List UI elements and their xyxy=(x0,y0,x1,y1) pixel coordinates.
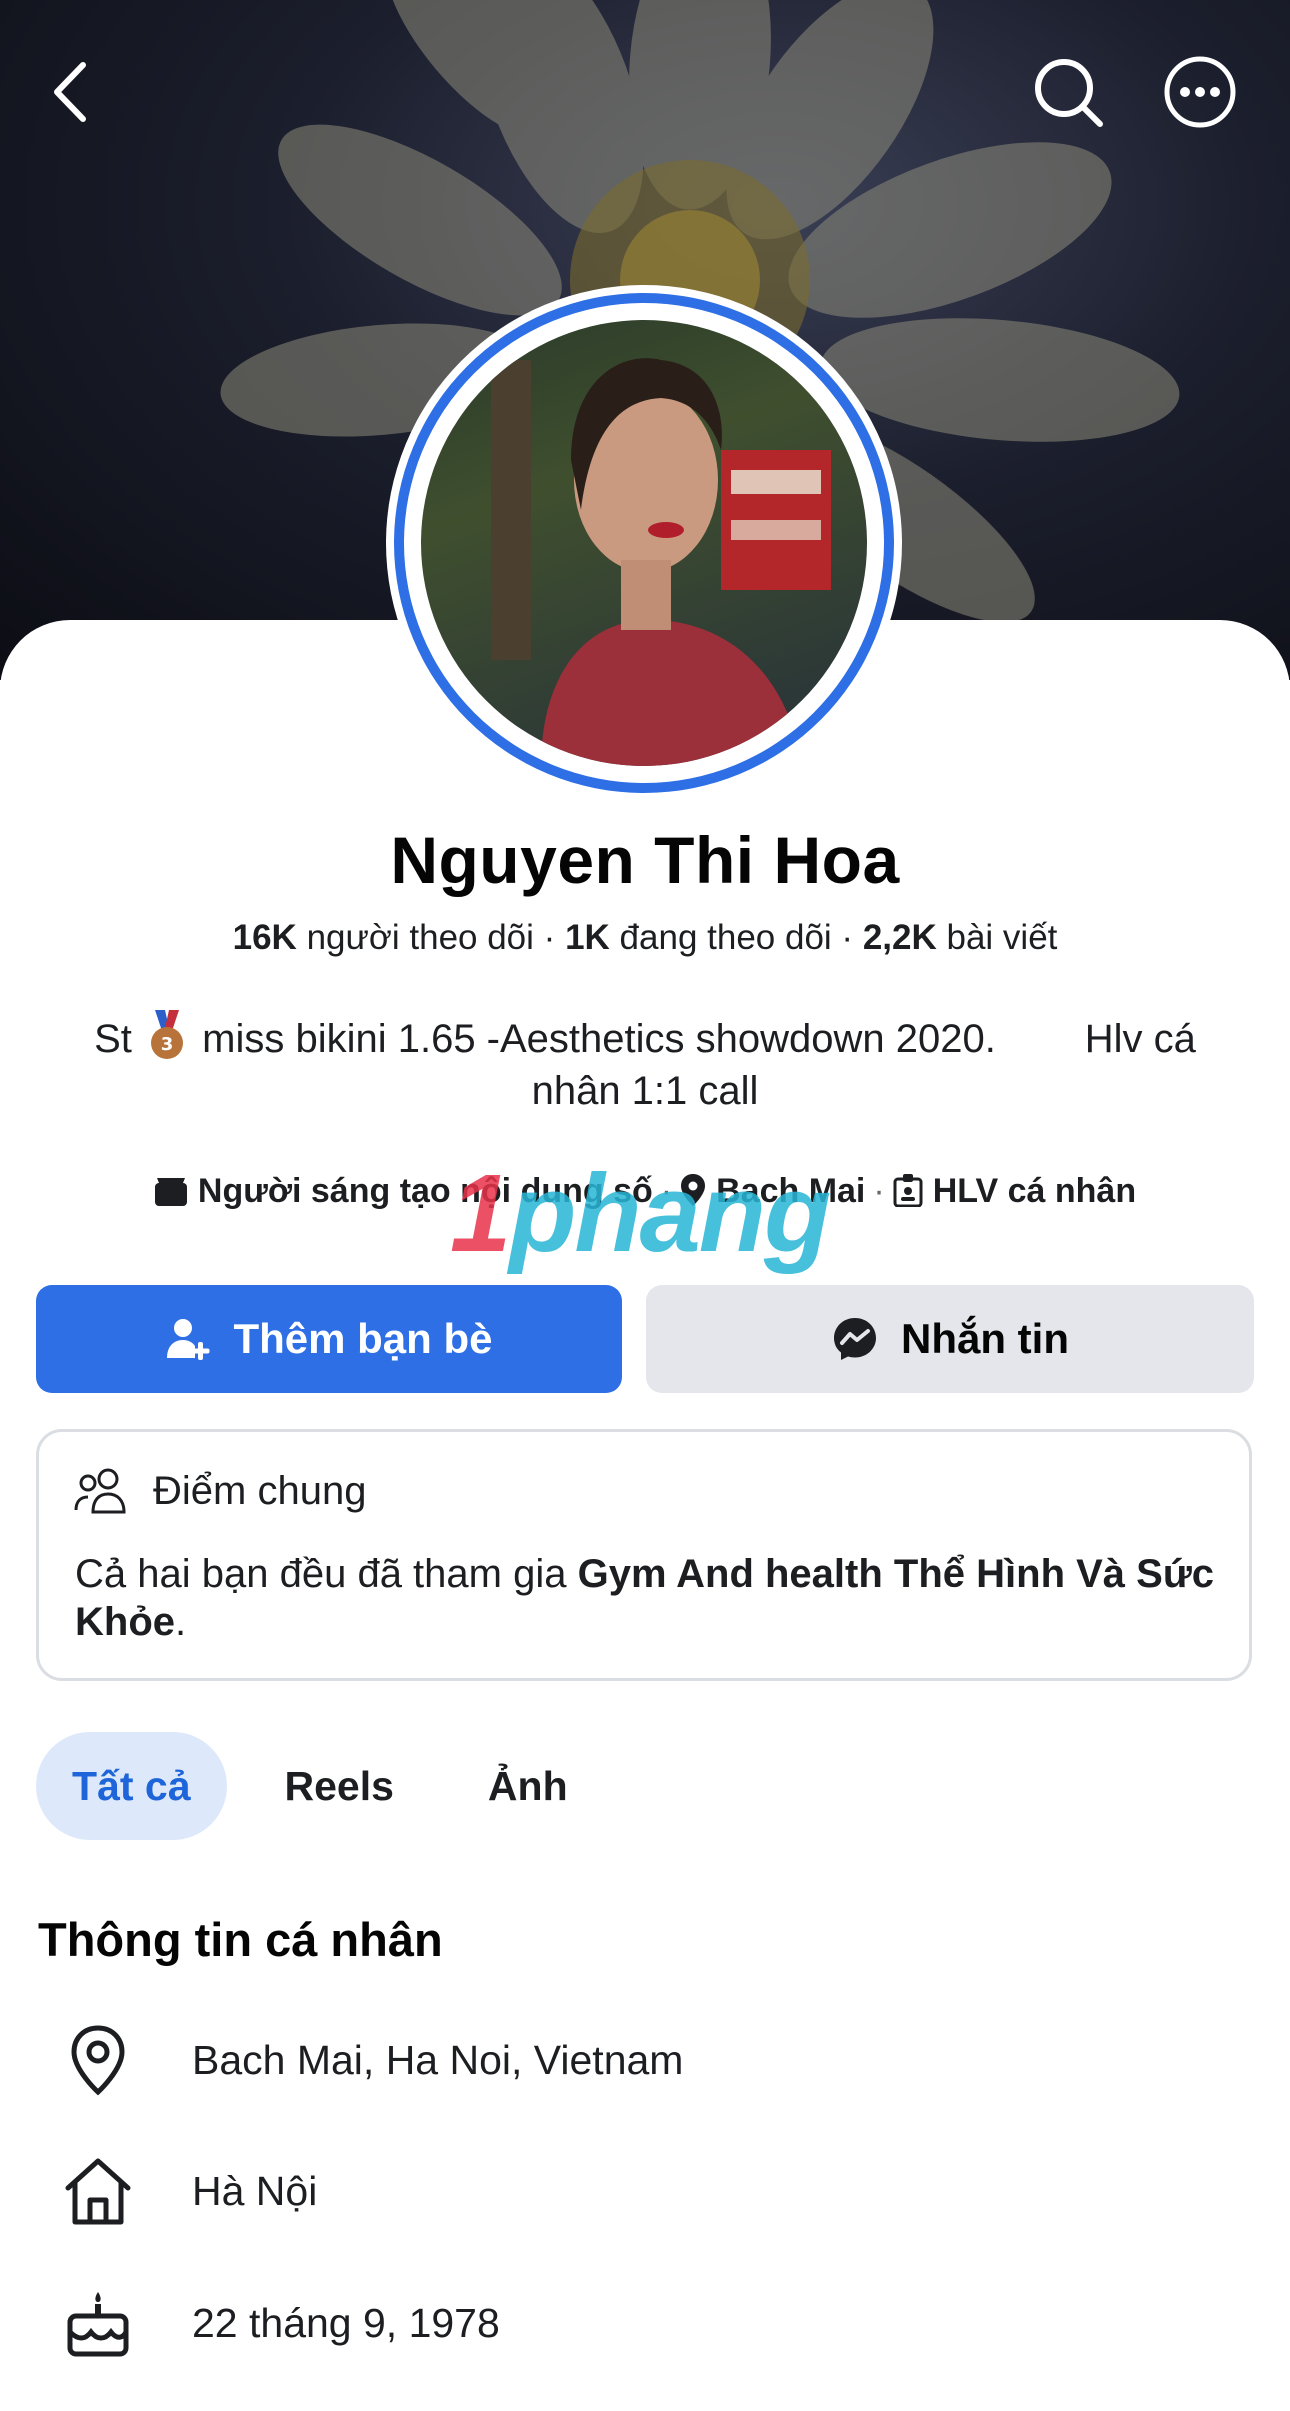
info-hometown: Hà Nội xyxy=(192,2167,318,2214)
posts-count: 2,2K xyxy=(862,918,937,957)
video-clapper-icon xyxy=(154,1178,187,1206)
posts-label: bài viết xyxy=(946,918,1058,957)
profile-bio: St 3 miss bikini 1.65 -Aesthetics showdo… xyxy=(50,1010,1240,1117)
back-button[interactable] xyxy=(30,52,110,132)
bronze-medal-icon: 3 xyxy=(151,1010,183,1059)
meta-category: Người sáng tạo nội dung số xyxy=(197,1172,653,1210)
info-hometown-row[interactable]: Hà Nội xyxy=(58,2156,317,2226)
add-friend-button[interactable]: Thêm bạn bè xyxy=(36,1285,622,1393)
avatar-photo xyxy=(421,320,867,766)
personal-info-title: Thông tin cá nhân xyxy=(38,1913,443,1966)
profile-meta: Người sáng tạo nội dung số · Bach Mai · HL… xyxy=(0,1172,1290,1211)
info-location: Bach Mai, Ha Noi, Vietnam xyxy=(192,2036,684,2083)
avatar-person-image xyxy=(491,358,831,766)
more-horizontal-icon xyxy=(1164,56,1236,128)
followers-count[interactable]: 16K xyxy=(233,918,297,957)
meta-job: HLV cá nhân xyxy=(932,1172,1137,1210)
following-count[interactable]: 1K xyxy=(565,918,610,957)
location-pin-icon xyxy=(71,2025,125,2096)
info-birthday: 22 tháng 9, 1978 xyxy=(192,2299,500,2346)
following-label[interactable]: đang theo dõi xyxy=(620,918,832,957)
story-ring xyxy=(394,293,894,793)
birthday-cake-icon xyxy=(67,2292,129,2357)
tab-all[interactable]: Tất cả xyxy=(36,1732,227,1840)
info-birthday-row[interactable]: 22 tháng 9, 1978 xyxy=(58,2288,500,2358)
add-person-icon xyxy=(167,1319,210,1360)
profile-stats: 16K người theo dõi · 1K đang theo dõi · … xyxy=(232,918,1058,957)
location-pin-icon xyxy=(681,1174,706,1206)
avatar[interactable] xyxy=(386,285,902,801)
meta-location[interactable]: Bach Mai xyxy=(716,1172,865,1210)
more-button[interactable] xyxy=(1160,52,1240,132)
home-icon xyxy=(65,2158,131,2225)
people-icon xyxy=(74,1468,126,1514)
id-badge-icon xyxy=(893,1174,923,1208)
messenger-icon xyxy=(834,1318,876,1360)
tab-reels[interactable]: Reels xyxy=(249,1732,430,1840)
info-location-row[interactable]: Bach Mai, Ha Noi, Vietnam xyxy=(58,2024,683,2096)
svg-text:3: 3 xyxy=(161,1034,174,1055)
profile-tabs: Tất cả Reels Ảnh xyxy=(36,1732,604,1840)
mutual-card[interactable]: Điểm chung Cả hai bạn đều đã tham gia Gy… xyxy=(36,1429,1252,1681)
mutual-text: Cả hai bạn đều đã tham gia Gym And healt… xyxy=(75,1552,1215,1644)
followers-label[interactable]: người theo dõi xyxy=(307,918,534,957)
tab-photos[interactable]: Ảnh xyxy=(452,1732,604,1840)
profile-name: Nguyen Thi Hoa xyxy=(390,823,900,897)
search-button[interactable] xyxy=(1028,52,1108,132)
message-button[interactable]: Nhắn tin xyxy=(646,1285,1254,1393)
mutual-title: Điểm chung xyxy=(153,1468,367,1513)
chevron-left-icon xyxy=(54,62,86,122)
search-icon xyxy=(1035,59,1103,127)
